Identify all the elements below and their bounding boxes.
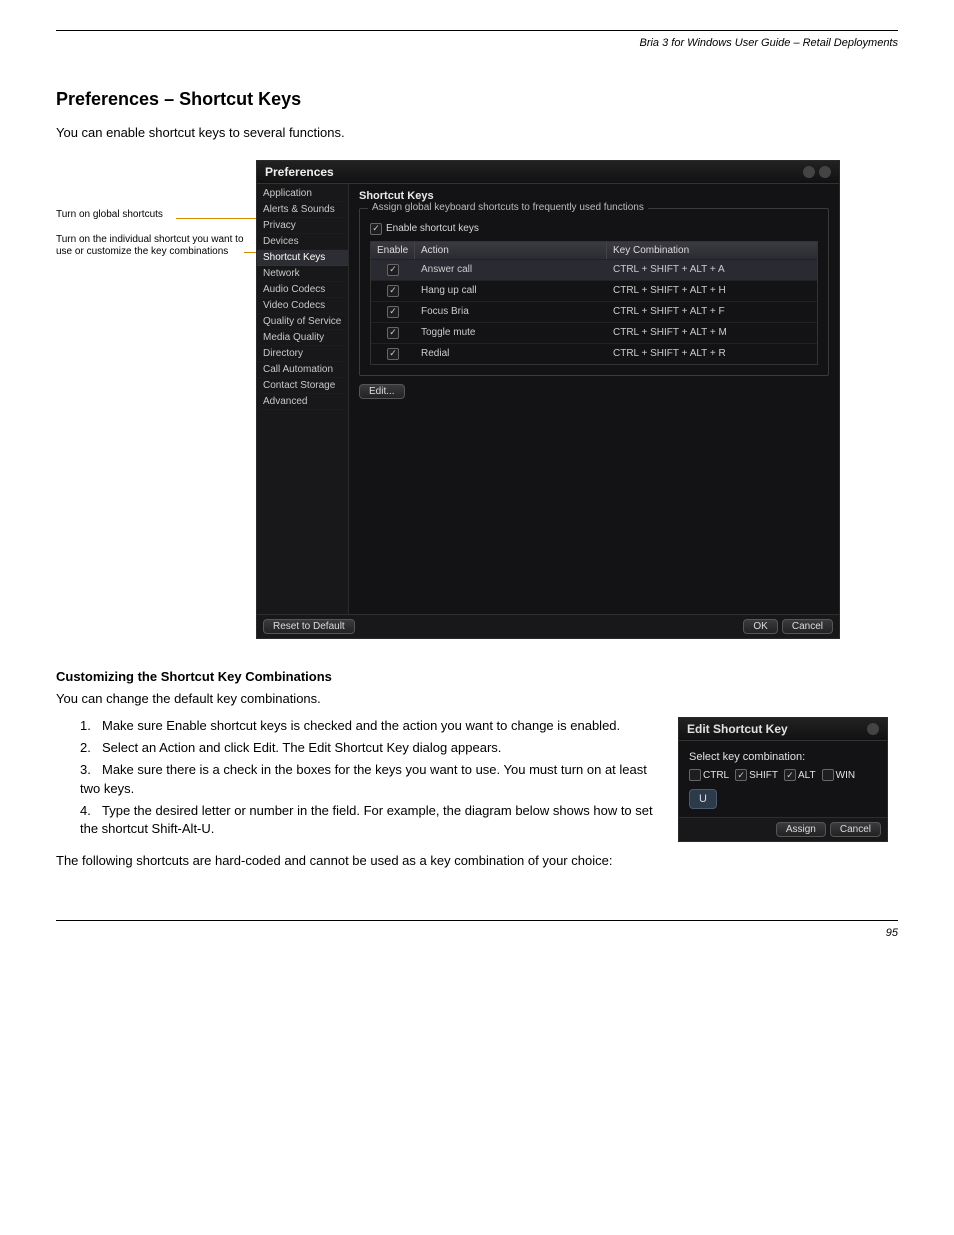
cancel-button[interactable]: Cancel: [830, 822, 881, 837]
col-enable[interactable]: Enable: [371, 242, 415, 259]
table-row[interactable]: ✓ Answer callCTRL + SHIFT + ALT + A: [371, 259, 817, 280]
modifier-checkbox-alt[interactable]: ✓: [784, 769, 796, 781]
col-action[interactable]: Action: [415, 242, 607, 259]
intro-paragraph: You can enable shortcut keys to several …: [56, 124, 898, 142]
row-combo: CTRL + SHIFT + ALT + R: [607, 344, 817, 363]
step-2: Select an Action and click Edit. The Edi…: [102, 740, 501, 755]
modifier-label: SHIFT: [749, 770, 778, 781]
edit-button[interactable]: Edit...: [359, 384, 405, 399]
sidebar-item-contact-storage[interactable]: Contact Storage: [257, 378, 348, 394]
table-row[interactable]: ✓ RedialCTRL + SHIFT + ALT + R: [371, 343, 817, 364]
sidebar-item-quality-of-service[interactable]: Quality of Service: [257, 314, 348, 330]
enable-shortcuts-label: Enable shortcut keys: [386, 223, 479, 234]
row-enable-checkbox[interactable]: ✓: [387, 348, 399, 360]
shortcut-char-input[interactable]: U: [689, 789, 717, 809]
modifier-checkbox-shift[interactable]: ✓: [735, 769, 747, 781]
sidebar-item-alerts-sounds[interactable]: Alerts & Sounds: [257, 202, 348, 218]
enable-shortcuts-checkbox[interactable]: ✓: [370, 223, 382, 235]
row-combo: CTRL + SHIFT + ALT + A: [607, 260, 817, 279]
sidebar-item-devices[interactable]: Devices: [257, 234, 348, 250]
reset-default-button[interactable]: Reset to Default: [263, 619, 355, 634]
callout-b: Turn on the individual shortcut you want…: [56, 234, 244, 258]
modifier-label: ALT: [798, 770, 816, 781]
row-action: Hang up call: [415, 281, 607, 300]
modifier-label: CTRL: [703, 770, 729, 781]
sidebar-item-video-codecs[interactable]: Video Codecs: [257, 298, 348, 314]
preferences-window: Preferences ApplicationAlerts & SoundsPr…: [256, 160, 840, 639]
close-icon[interactable]: [867, 723, 879, 735]
edit-dialog-title: Edit Shortcut Key: [687, 722, 788, 736]
sidebar-item-privacy[interactable]: Privacy: [257, 218, 348, 234]
assign-button[interactable]: Assign: [776, 822, 826, 837]
row-enable-checkbox[interactable]: ✓: [387, 264, 399, 276]
edit-shortcut-dialog: Edit Shortcut Key Select key combination…: [678, 717, 888, 842]
steps-list: 1.Make sure Enable shortcut keys is chec…: [80, 717, 658, 838]
row-action: Toggle mute: [415, 323, 607, 342]
table-row[interactable]: ✓ Toggle muteCTRL + SHIFT + ALT + M: [371, 322, 817, 343]
table-row[interactable]: ✓ Focus BriaCTRL + SHIFT + ALT + F: [371, 301, 817, 322]
sidebar-item-directory[interactable]: Directory: [257, 346, 348, 362]
close-icon[interactable]: [819, 166, 831, 178]
shortcuts-table: Enable Action Key Combination ✓ Answer ca…: [370, 241, 818, 365]
help-icon[interactable]: [803, 166, 815, 178]
sidebar-item-shortcut-keys[interactable]: Shortcut Keys: [257, 250, 348, 266]
cancel-button[interactable]: Cancel: [782, 619, 833, 634]
row-combo: CTRL + SHIFT + ALT + M: [607, 323, 817, 342]
modifier-label: WIN: [836, 770, 855, 781]
col-combo[interactable]: Key Combination: [607, 242, 817, 259]
sidebar-item-audio-codecs[interactable]: Audio Codecs: [257, 282, 348, 298]
row-action: Redial: [415, 344, 607, 363]
row-combo: CTRL + SHIFT + ALT + F: [607, 302, 817, 321]
step-4: Type the desired letter or number in the…: [80, 803, 653, 836]
row-enable-checkbox[interactable]: ✓: [387, 285, 399, 297]
panel-title: Shortcut Keys: [359, 190, 829, 202]
sidebar-item-network[interactable]: Network: [257, 266, 348, 282]
step-3: Make sure there is a check in the boxes …: [80, 762, 647, 795]
row-enable-checkbox[interactable]: ✓: [387, 306, 399, 318]
modifier-checkbox-ctrl[interactable]: [689, 769, 701, 781]
sidebar-item-media-quality[interactable]: Media Quality: [257, 330, 348, 346]
customize-heading: Customizing the Shortcut Key Combination…: [56, 669, 898, 684]
preferences-title: Preferences: [265, 165, 334, 179]
customize-intro: You can change the default key combinati…: [56, 690, 898, 708]
step-1: Make sure Enable shortcut keys is checke…: [102, 718, 620, 733]
callout-a: Turn on global shortcuts: [56, 209, 236, 221]
fieldset-legend: Assign global keyboard shortcuts to freq…: [368, 202, 648, 213]
preferences-sidebar: ApplicationAlerts & SoundsPrivacyDevices…: [257, 184, 349, 614]
section-title: Preferences – Shortcut Keys: [56, 89, 898, 110]
note-paragraph: The following shortcuts are hard-coded a…: [56, 852, 898, 870]
edit-dialog-prompt: Select key combination:: [689, 751, 877, 763]
ok-button[interactable]: OK: [743, 619, 777, 634]
sidebar-item-call-automation[interactable]: Call Automation: [257, 362, 348, 378]
page-number: 95: [56, 927, 898, 939]
row-enable-checkbox[interactable]: ✓: [387, 327, 399, 339]
table-row[interactable]: ✓ Hang up callCTRL + SHIFT + ALT + H: [371, 280, 817, 301]
row-action: Focus Bria: [415, 302, 607, 321]
header-right-text: Bria 3 for Windows User Guide – Retail D…: [639, 37, 898, 49]
row-combo: CTRL + SHIFT + ALT + H: [607, 281, 817, 300]
sidebar-item-advanced[interactable]: Advanced: [257, 394, 348, 410]
sidebar-item-application[interactable]: Application: [257, 186, 348, 202]
row-action: Answer call: [415, 260, 607, 279]
modifier-checkbox-win[interactable]: [822, 769, 834, 781]
